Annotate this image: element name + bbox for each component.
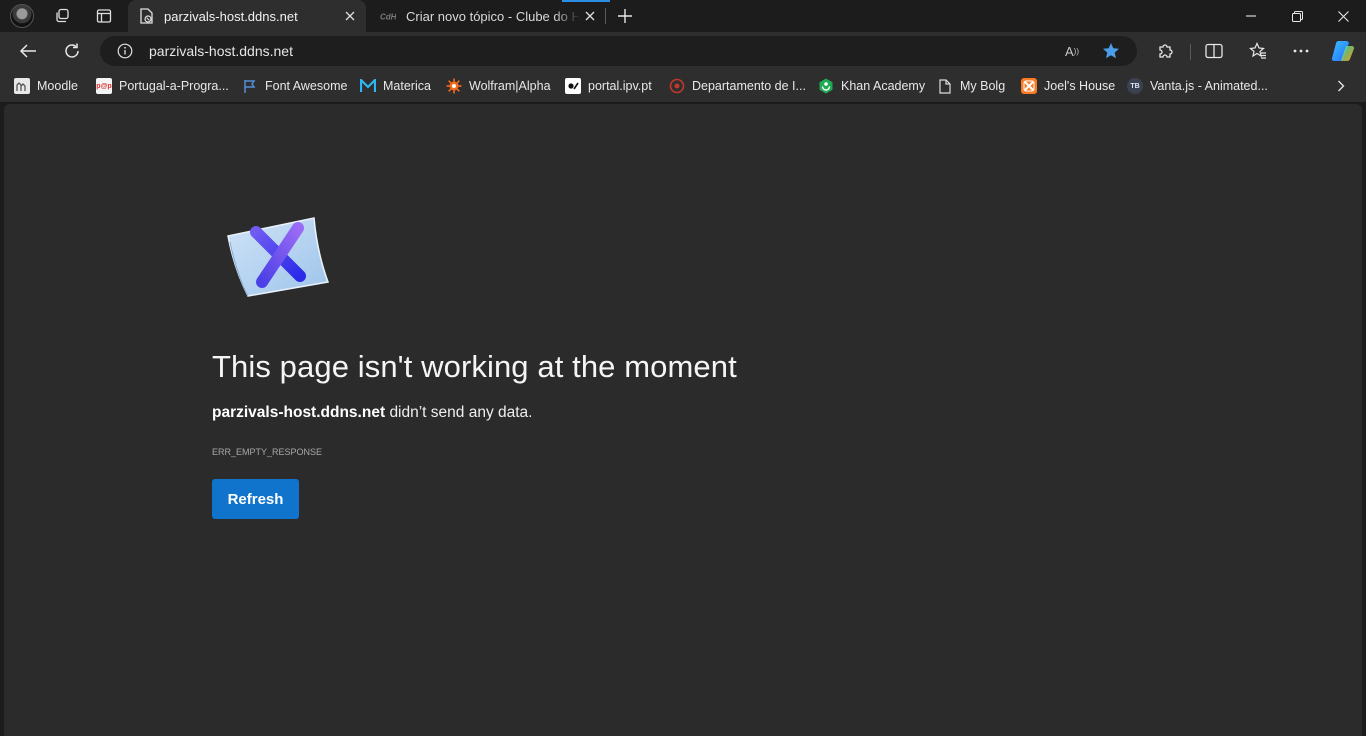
read-aloud-icon[interactable]: A)) — [1061, 41, 1083, 61]
clube-do-hardware-icon: CdH — [380, 8, 396, 24]
bookmark-label: My Bolg — [960, 79, 1006, 93]
materica-icon — [360, 78, 376, 94]
profile-avatar[interactable] — [10, 4, 34, 28]
more-options-icon[interactable] — [1286, 36, 1316, 66]
bookmark-joels-house[interactable]: Joel's House — [1021, 77, 1115, 95]
bookmark-label: Materica — [383, 79, 431, 93]
refresh-button[interactable]: Refresh — [212, 479, 299, 519]
workspaces-icon[interactable] — [50, 4, 74, 28]
tab-parzivals-host[interactable]: parzivals-host.ddns.net — [128, 0, 366, 32]
bookmark-materica[interactable]: Materica — [360, 77, 431, 95]
bookmarks-bar: Moodle p@p Portugal-a-Progra... Font Awe… — [0, 70, 1366, 102]
tab-title: Criar novo tópico - Clube do Hardware — [406, 8, 580, 24]
error-page: This page isn't working at the moment pa… — [4, 104, 1362, 736]
tab-close-icon[interactable] — [580, 6, 600, 26]
bookmark-label: Departamento de I... — [692, 79, 806, 93]
bookmark-khan-academy[interactable]: Khan Academy — [818, 77, 925, 95]
url-text[interactable]: parzivals-host.ddns.net — [149, 43, 293, 59]
bookmark-label: Moodle — [37, 79, 78, 93]
bookmark-portal-ipv[interactable]: portal.ipv.pt — [565, 77, 652, 95]
bookmark-wolfram-alpha[interactable]: Wolfram|Alpha — [446, 77, 551, 95]
bookmark-label: Vanta.js - Animated... — [1150, 79, 1268, 93]
pap-icon: p@p — [96, 78, 112, 94]
broken-page-illustration-icon — [222, 212, 334, 300]
departamento-icon — [669, 78, 685, 94]
tab-clube-do-hardware[interactable]: CdH Criar novo tópico - Clube do Hardwar… — [370, 0, 606, 32]
favorite-star-icon[interactable] — [1100, 41, 1122, 61]
bookmark-label: Wolfram|Alpha — [469, 79, 551, 93]
bookmark-vanta-js[interactable]: TB Vanta.js - Animated... — [1127, 77, 1268, 95]
minimize-icon[interactable] — [1228, 0, 1274, 32]
xampp-icon — [1021, 78, 1037, 94]
page-icon — [937, 78, 953, 94]
tb-icon: TB — [1127, 78, 1143, 94]
tab-separator — [605, 8, 606, 24]
error-host: parzivals-host.ddns.net — [212, 404, 386, 421]
error-description: parzivals-host.ddns.net didn’t send any … — [212, 404, 533, 422]
tab-title: parzivals-host.ddns.net — [164, 8, 298, 24]
wolfram-icon — [446, 78, 462, 94]
moodle-icon — [14, 78, 30, 94]
bookmark-font-awesome[interactable]: Font Awesome — [242, 77, 347, 95]
copilot-icon[interactable] — [1328, 36, 1358, 66]
flag-icon — [242, 78, 258, 94]
bookmark-departamento[interactable]: Departamento de I... — [669, 77, 806, 95]
tab-actions-icon[interactable] — [92, 4, 116, 28]
address-bar[interactable]: parzivals-host.ddns.net A)) — [100, 36, 1137, 66]
tab-loading-indicator — [562, 0, 610, 2]
back-icon[interactable] — [13, 36, 43, 66]
page-error-icon — [138, 8, 154, 24]
split-screen-icon[interactable] — [1199, 36, 1229, 66]
new-tab-icon[interactable] — [613, 4, 637, 28]
error-title: This page isn't working at the moment — [212, 349, 737, 384]
ipv-icon — [565, 78, 581, 94]
bookmark-portugal-a-programar[interactable]: p@p Portugal-a-Progra... — [96, 77, 229, 95]
bookmark-label: Joel's House — [1044, 79, 1116, 93]
tab-close-icon[interactable] — [340, 6, 360, 26]
bookmark-label: Khan Academy — [841, 79, 926, 93]
bookmark-label: Font Awesome — [265, 79, 348, 93]
bookmark-label: portal.ipv.pt — [588, 79, 652, 93]
restore-icon[interactable] — [1274, 0, 1320, 32]
favorites-icon[interactable] — [1243, 36, 1273, 66]
toolbar-separator — [1190, 44, 1191, 60]
chevron-right-icon[interactable] — [1332, 77, 1350, 95]
svg-text:CdH: CdH — [380, 13, 396, 21]
close-window-icon[interactable] — [1320, 0, 1366, 32]
refresh-icon[interactable] — [57, 36, 87, 66]
bookmark-moodle[interactable]: Moodle — [14, 77, 78, 95]
site-info-icon[interactable] — [116, 42, 134, 60]
error-code: ERR_EMPTY_RESPONSE — [212, 447, 323, 457]
extensions-icon[interactable] — [1150, 36, 1180, 66]
read-aloud-label: A — [1065, 43, 1074, 59]
khan-icon — [818, 78, 834, 94]
tab-strip: parzivals-host.ddns.net CdH Criar novo t… — [0, 0, 1366, 32]
error-message: didn’t send any data. — [389, 404, 533, 421]
bookmark-my-bolg[interactable]: My Bolg — [937, 77, 1005, 95]
bookmark-label: Portugal-a-Progra... — [119, 79, 229, 93]
